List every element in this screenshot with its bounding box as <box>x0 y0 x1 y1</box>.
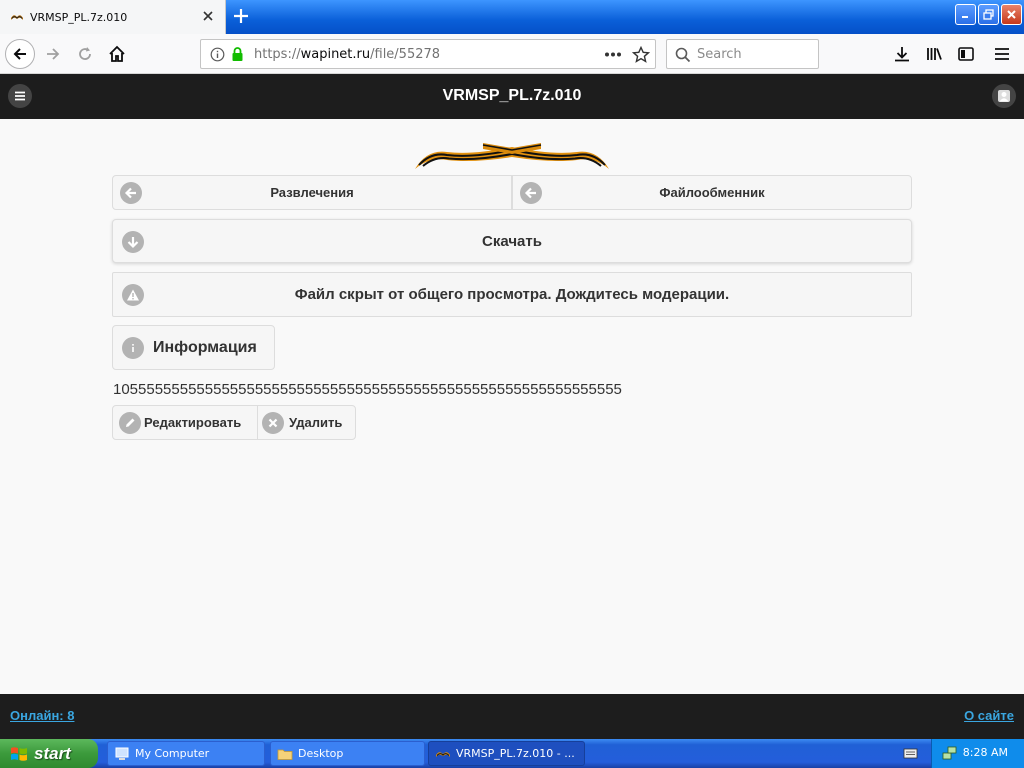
download-button[interactable]: Скачать <box>112 219 912 263</box>
taskbar-item-label: VRMSP_PL.7z.010 - ... <box>456 747 575 760</box>
page-actions-icon[interactable] <box>604 52 622 57</box>
url-text: https://wapinet.ru/file/55278 <box>254 47 440 62</box>
edit-button[interactable]: Редактировать <box>112 405 258 440</box>
delete-button[interactable]: Удалить <box>257 405 356 440</box>
user-button[interactable] <box>992 84 1016 108</box>
restore-icon <box>983 9 994 20</box>
system-tray: 8:28 AM <box>931 739 1024 768</box>
sidebar-button[interactable] <box>950 38 982 70</box>
reload-icon <box>79 47 91 60</box>
info-circle-icon <box>122 337 144 359</box>
file-description: 1055555555555555555555555555555555555555… <box>113 381 622 398</box>
delete-x-icon <box>262 412 284 434</box>
library-icon <box>927 48 942 60</box>
taskbar-item-label: My Computer <box>135 747 210 760</box>
information-button[interactable]: Информация <box>112 325 275 370</box>
url-scheme: https:// <box>254 47 301 62</box>
url-bar[interactable]: https://wapinet.ru/file/55278 <box>200 39 656 69</box>
forward-arrow-icon <box>47 48 60 60</box>
browser-toolbar: https://wapinet.ru/file/55278 Search <box>0 34 1024 74</box>
arrow-left-icon <box>120 182 142 204</box>
back-button-circle <box>5 39 35 69</box>
close-window-button[interactable] <box>1001 4 1022 25</box>
reload-button[interactable] <box>69 38 101 70</box>
minimize-button[interactable] <box>955 4 976 25</box>
edit-label: Редактировать <box>144 415 242 430</box>
taskbar-item-my-computer[interactable]: My Computer <box>107 741 265 766</box>
site-favicon-icon <box>11 15 23 20</box>
minimize-icon <box>962 16 968 18</box>
start-label: start <box>34 743 71 763</box>
lock-icon[interactable] <box>231 47 244 62</box>
arrow-left-icon <box>520 182 542 204</box>
back-arrow-icon <box>13 48 26 60</box>
browser-tab-strip: VRMSP_PL.7z.010 <box>0 0 1024 34</box>
forward-button[interactable] <box>37 38 69 70</box>
keyboard-icon[interactable] <box>903 746 918 761</box>
st-george-ribbon-logo <box>415 143 609 169</box>
hamburger-menu-icon <box>995 48 1009 60</box>
arrow-down-icon <box>122 231 144 253</box>
url-path: /file/55278 <box>370 47 441 62</box>
url-host: wapinet.ru <box>300 47 371 62</box>
main-content: Развлечения Файлообменник Скачать Файл с… <box>0 119 1024 694</box>
delete-label: Удалить <box>289 415 343 430</box>
site-footer: Онлайн: 8 О сайте <box>0 694 1024 739</box>
site-header: VRMSP_PL.7z.010 <box>0 74 1024 119</box>
search-input[interactable]: Search <box>666 39 819 69</box>
browser-tab[interactable]: VRMSP_PL.7z.010 <box>0 0 226 34</box>
download-label: Скачать <box>482 232 542 250</box>
clock[interactable]: 8:28 AM <box>963 746 1008 759</box>
warning-icon <box>122 284 144 306</box>
taskbar-item-firefox[interactable]: VRMSP_PL.7z.010 - ... <box>428 741 585 766</box>
computer-icon <box>115 747 129 760</box>
category-link-file-exchange[interactable]: Файлообменник <box>512 175 912 210</box>
close-tab-icon[interactable] <box>201 9 215 23</box>
about-link[interactable]: О сайте <box>964 708 1014 723</box>
windows-logo-icon <box>11 746 27 761</box>
library-button[interactable] <box>918 38 950 70</box>
menu-button[interactable] <box>986 38 1018 70</box>
category-link-entertainment[interactable]: Развлечения <box>112 175 512 210</box>
taskbar: start My Computer Desktop VRMSP_PL.7z.01… <box>0 739 1024 768</box>
category-link-label: Развлечения <box>270 185 354 200</box>
page-title: VRMSP_PL.7z.010 <box>442 87 582 104</box>
network-icon[interactable] <box>942 745 958 761</box>
moderation-notice: Файл скрыт от общего просмотра. Дождитес… <box>112 272 912 317</box>
search-icon <box>675 47 691 63</box>
user-icon <box>998 90 1010 102</box>
info-icon[interactable] <box>210 47 225 62</box>
information-label: Информация <box>153 338 257 356</box>
window-controls <box>955 4 1022 25</box>
home-button[interactable] <box>101 38 133 70</box>
download-icon <box>895 47 909 62</box>
tab-title: VRMSP_PL.7z.010 <box>30 10 128 24</box>
start-button[interactable]: start <box>0 739 98 768</box>
pencil-icon <box>119 412 141 434</box>
back-button[interactable] <box>4 38 36 70</box>
folder-icon <box>277 749 293 760</box>
close-window-icon <box>1007 10 1016 19</box>
bookmark-star-icon[interactable] <box>632 46 650 64</box>
search-placeholder: Search <box>697 47 742 62</box>
new-tab-icon[interactable] <box>230 5 252 27</box>
moderation-notice-text: Файл скрыт от общего просмотра. Дождитес… <box>294 286 730 303</box>
taskbar-item-desktop[interactable]: Desktop <box>270 741 425 766</box>
downloads-button[interactable] <box>886 38 918 70</box>
sidebar-icon <box>958 47 974 61</box>
category-link-label: Файлообменник <box>659 185 765 200</box>
ribbon-favicon-icon <box>436 751 450 757</box>
taskbar-item-label: Desktop <box>298 747 344 760</box>
restore-button[interactable] <box>978 4 999 25</box>
home-icon <box>109 45 125 62</box>
online-count-link[interactable]: Онлайн: 8 <box>10 708 74 723</box>
